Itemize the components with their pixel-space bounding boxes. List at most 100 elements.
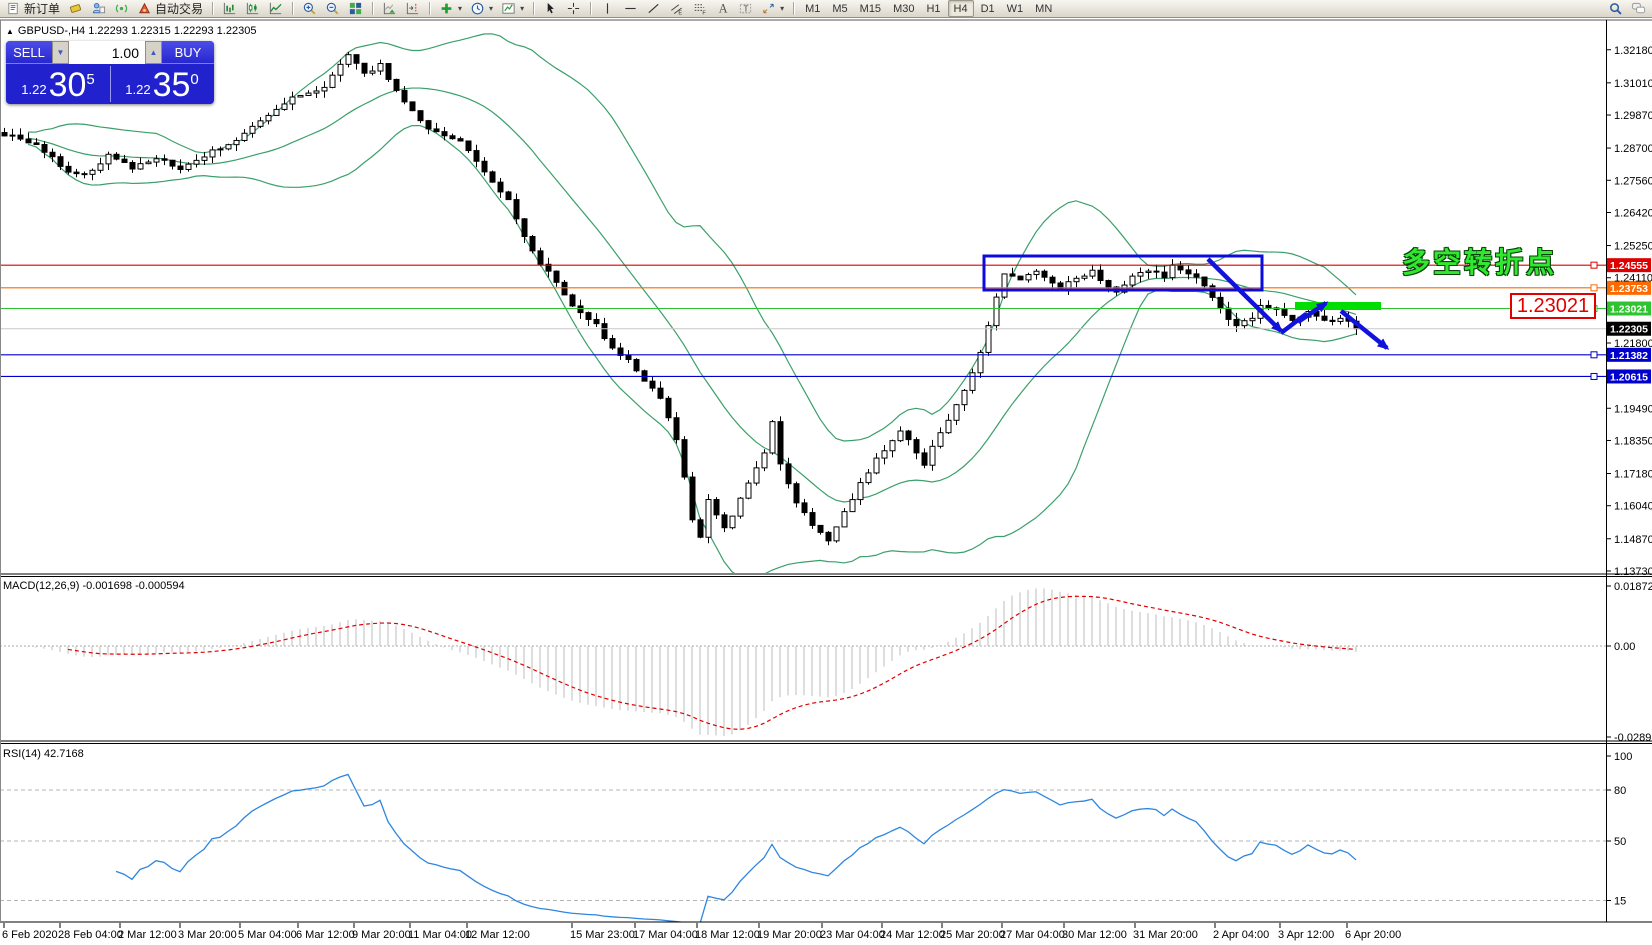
arrows-button[interactable]: ▾ xyxy=(758,1,787,17)
channel-button[interactable]: E xyxy=(666,1,687,17)
timeframe-d1[interactable]: D1 xyxy=(976,1,1000,16)
line-chart-button[interactable] xyxy=(265,1,286,17)
price-tick-label: 1.17180 xyxy=(1614,469,1652,481)
vertical-line-icon xyxy=(600,1,615,16)
time-tick-label: 25 Mar 20:00 xyxy=(940,929,1005,941)
sell-price[interactable]: 1.22 30 5 xyxy=(6,64,110,104)
caret-down-icon[interactable]: ▾ xyxy=(489,4,493,13)
auto-scroll-button[interactable] xyxy=(379,1,400,17)
vertical-line-button[interactable] xyxy=(597,1,618,17)
time-tick-label: 17 Mar 04:00 xyxy=(633,929,698,941)
toolbar-separator xyxy=(793,2,795,15)
price-tick-label: 1.26420 xyxy=(1614,207,1652,219)
search-button[interactable] xyxy=(1605,1,1626,17)
price-tick-label: 1.21800 xyxy=(1614,338,1652,350)
caret-down-icon[interactable]: ▾ xyxy=(520,4,524,13)
price-tick-label: 1.14870 xyxy=(1614,534,1652,546)
turning-point-annotation[interactable]: 多空转折点 xyxy=(1402,241,1557,281)
svg-text:E: E xyxy=(678,11,682,16)
main-toolbar: 新订单 自动交易 ▾ ▾ ▾ E F A T ▾ M1 M5 M15 M30 H1 H4 D1 W1 MN xyxy=(0,0,1652,18)
auto-trading-icon xyxy=(137,1,152,16)
symbol-ohlc-text: GBPUSD-,H4 1.22293 1.22315 1.22293 1.223… xyxy=(17,25,257,37)
text-button[interactable]: A xyxy=(712,1,733,17)
timeframe-m30-label: M30 xyxy=(893,2,915,15)
price-tick-label: 1.18350 xyxy=(1614,435,1652,447)
trendline-button[interactable] xyxy=(643,1,664,17)
new-order-button[interactable]: 新订单 xyxy=(3,1,63,17)
timeframe-m1[interactable]: M1 xyxy=(800,1,825,16)
toolbar-separator xyxy=(292,2,294,15)
indicators-button[interactable]: ▾ xyxy=(436,1,465,17)
bar-chart-button[interactable] xyxy=(219,1,240,17)
volume-input[interactable]: 1.00 xyxy=(69,41,145,64)
templates-button[interactable]: ▾ xyxy=(498,1,527,17)
time-tick-label: 28 Feb 04:00 xyxy=(58,929,123,941)
symbol-collapse-icon[interactable]: ▲ xyxy=(6,27,14,36)
timeframe-h4-label: H4 xyxy=(953,2,968,15)
crosshair-icon xyxy=(566,1,581,16)
chart-shift-icon xyxy=(405,1,420,16)
volume-up-button[interactable]: ▲ xyxy=(145,41,162,64)
zoom-out-button[interactable] xyxy=(322,1,343,17)
fibonacci-button[interactable]: F xyxy=(689,1,710,17)
price-tick-label: 1.32180 xyxy=(1614,45,1652,57)
profiles-button[interactable] xyxy=(88,1,109,17)
mt4-window: 1.24555 1.23753 1.23021 1.21382 1.20615 1.223… xyxy=(0,0,1652,945)
buy-price[interactable]: 1.22 35 0 xyxy=(110,64,214,104)
tile-windows-button[interactable] xyxy=(345,1,366,17)
time-tick-label: 6 Mar 12:00 xyxy=(296,929,355,941)
timeframe-mn[interactable]: MN xyxy=(1030,1,1057,16)
timeframe-h1[interactable]: H1 xyxy=(921,1,945,16)
horizontal-line-button[interactable] xyxy=(620,1,641,17)
price-tick-label: 1.16040 xyxy=(1614,501,1652,513)
new-chart-button[interactable] xyxy=(65,1,86,17)
chat-button[interactable] xyxy=(1628,1,1649,17)
crosshair-button[interactable] xyxy=(563,1,584,17)
toolbar-separator xyxy=(212,2,214,15)
auto-trading-button[interactable]: 自动交易 xyxy=(134,1,206,17)
rsi-tick-label: 100 xyxy=(1614,751,1632,763)
new-order-button-label: 新订单 xyxy=(24,2,61,16)
text-label-icon: T xyxy=(738,1,753,16)
auto-scroll-icon xyxy=(382,1,397,16)
cursor-button[interactable] xyxy=(540,1,561,17)
line-chart-icon xyxy=(268,1,283,16)
buy-price-big: 35 xyxy=(152,66,191,104)
fibonacci-icon: F xyxy=(692,1,707,16)
text-label-button[interactable]: T xyxy=(735,1,756,17)
caret-down-icon[interactable]: ▾ xyxy=(780,4,784,13)
timeframe-m5[interactable]: M5 xyxy=(827,1,852,16)
time-tick-label: 11 Mar 04:00 xyxy=(408,929,472,941)
sell-button[interactable]: SELL xyxy=(6,41,52,64)
profiles-icon xyxy=(91,1,106,16)
macd-indicator-label: MACD(12,26,9) -0.001698 -0.000594 xyxy=(3,580,185,592)
chart-canvas[interactable]: 1.245551.237531.230211.213821.206151.223… xyxy=(0,0,1652,945)
toolbar-separator xyxy=(533,2,535,15)
timeframe-m30[interactable]: M30 xyxy=(888,1,919,16)
rsi-tick-label: 50 xyxy=(1614,836,1626,848)
support-zone-bar[interactable] xyxy=(1295,302,1381,310)
signals-button[interactable] xyxy=(111,1,132,17)
caret-down-icon[interactable]: ▾ xyxy=(458,4,462,13)
timeframe-w1[interactable]: W1 xyxy=(1002,1,1029,16)
price-level-annotation-box[interactable]: 1.23021 xyxy=(1510,293,1596,319)
timeframe-h1-label: H1 xyxy=(926,2,941,15)
candle-chart-icon xyxy=(245,1,260,16)
chart-shift-button[interactable] xyxy=(402,1,423,17)
arrows-icon xyxy=(761,1,776,16)
time-tick-label: 6 Apr 20:00 xyxy=(1345,929,1401,941)
channel-icon: E xyxy=(669,1,684,16)
time-tick-label: 6 Feb 2020 xyxy=(2,929,58,941)
candlestick-chart-button[interactable] xyxy=(242,1,263,17)
timeframe-h4[interactable]: H4 xyxy=(947,0,974,17)
sell-price-prefix: 1.22 xyxy=(21,82,47,97)
time-tick-label: 19 Mar 20:00 xyxy=(757,929,822,941)
timeframe-m15[interactable]: M15 xyxy=(855,1,886,16)
buy-button[interactable]: BUY xyxy=(162,41,214,64)
indicators-add-icon xyxy=(439,1,454,16)
zoom-in-button[interactable] xyxy=(299,1,320,17)
time-tick-label: 15 Mar 23:00 xyxy=(570,929,635,941)
bar-chart-icon xyxy=(222,1,237,16)
volume-down-button[interactable]: ▼ xyxy=(52,41,69,64)
periods-button[interactable]: ▾ xyxy=(467,1,496,17)
